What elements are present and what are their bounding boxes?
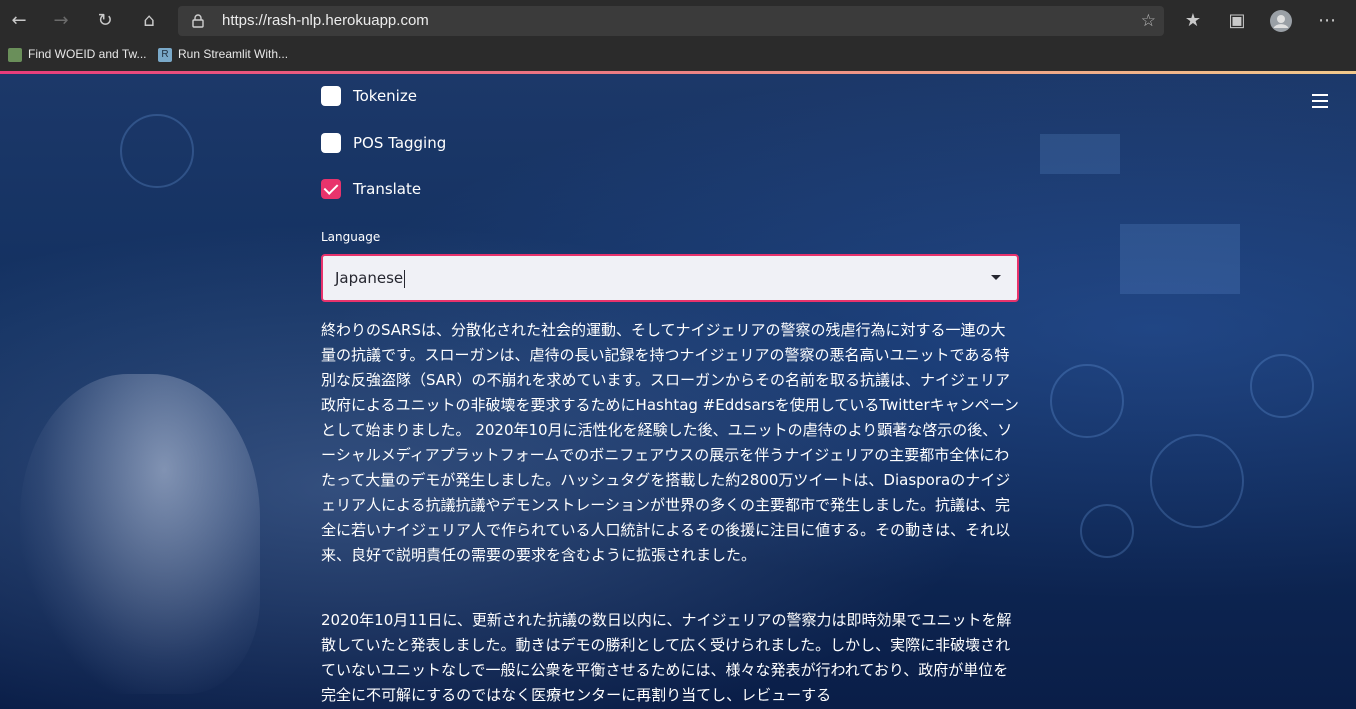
- checkbox-pos-tagging[interactable]: POS Tagging: [321, 131, 446, 155]
- translation-paragraph: 終わりのSARSは、分散化された社会的運動、そしてナイジェリアの警察の残虐行為に…: [321, 321, 1019, 564]
- language-select[interactable]: Japanese: [321, 254, 1019, 302]
- bookmarks-bar: Find WOEID and Tw... R Run Streamlit With…: [0, 42, 1356, 73]
- bg-panel-decoration: [1040, 134, 1120, 174]
- favorite-star-icon[interactable]: ☆: [1141, 6, 1156, 36]
- bg-panel-decoration: [1120, 224, 1240, 294]
- checkbox-box[interactable]: [321, 133, 341, 153]
- bg-circle-decoration: [1150, 434, 1244, 528]
- bg-circle-decoration: [1050, 364, 1124, 438]
- browser-chrome: ← → ↻ ⌂ https://rash-nlp.herokuapp.com ☆…: [0, 0, 1356, 73]
- hamburger-menu-icon[interactable]: [1312, 94, 1328, 108]
- checkbox-label: Translate: [353, 180, 422, 198]
- checkbox-translate[interactable]: Translate: [321, 177, 421, 201]
- chevron-down-icon[interactable]: [991, 275, 1001, 280]
- more-menu-icon[interactable]: ⋯: [1312, 6, 1342, 36]
- collections-icon[interactable]: ▣: [1222, 6, 1252, 36]
- profile-avatar-icon[interactable]: [1266, 6, 1296, 36]
- browser-toolbar: ← → ↻ ⌂ https://rash-nlp.herokuapp.com ☆…: [0, 0, 1356, 42]
- favorites-icon[interactable]: ★: [1178, 6, 1208, 36]
- refresh-icon[interactable]: ↻: [90, 6, 120, 36]
- bookmark-woeid[interactable]: Find WOEID and Tw...: [8, 42, 147, 70]
- checkbox-box-checked[interactable]: [321, 179, 341, 199]
- home-icon[interactable]: ⌂: [134, 6, 164, 36]
- bg-circle-decoration: [120, 114, 194, 188]
- bookmark-label: Find WOEID and Tw...: [28, 47, 147, 61]
- bookmark-label: Run Streamlit With...: [178, 47, 289, 61]
- address-bar[interactable]: https://rash-nlp.herokuapp.com ☆: [178, 6, 1164, 36]
- text-cursor: [404, 269, 406, 288]
- r-favicon-icon: R: [158, 47, 172, 62]
- lock-icon: [192, 14, 204, 28]
- url-text: https://rash-nlp.herokuapp.com: [222, 12, 429, 29]
- language-select-value: Japanese: [335, 256, 406, 300]
- checkbox-label: Tokenize: [353, 87, 417, 105]
- selected-language: Japanese: [335, 269, 404, 287]
- back-arrow-icon[interactable]: ←: [4, 6, 34, 36]
- language-label: Language: [321, 230, 381, 244]
- bg-circle-decoration: [1250, 354, 1314, 418]
- checkbox-box[interactable]: [321, 86, 341, 106]
- bookmark-favicon-icon: [8, 47, 22, 62]
- checkbox-label: POS Tagging: [353, 134, 447, 152]
- forward-arrow-icon[interactable]: →: [46, 6, 76, 36]
- bookmark-streamlit[interactable]: R Run Streamlit With...: [158, 42, 288, 70]
- checkbox-tokenize[interactable]: Tokenize: [321, 84, 417, 108]
- robot-figure-decoration: [20, 374, 260, 694]
- translation-paragraph: 2020年10月11日に、更新された抗議の数日以内に、ナイジェリアの警察力は即時…: [321, 611, 1012, 704]
- bg-circle-decoration: [1080, 504, 1134, 558]
- app-main: Tokenize POS Tagging Translate Language …: [0, 74, 1356, 709]
